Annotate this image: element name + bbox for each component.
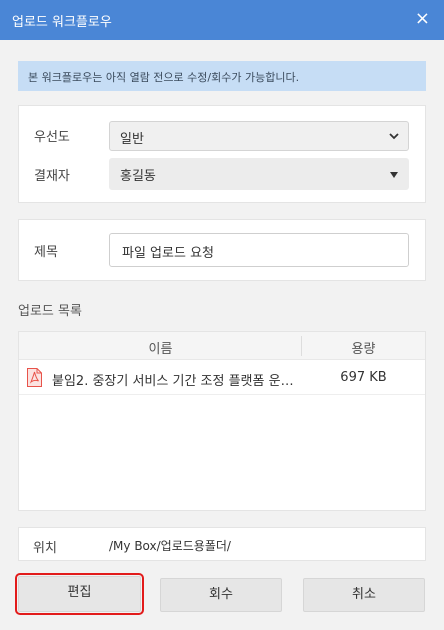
priority-label: 우선도 <box>34 130 70 145</box>
window-title: 업로드 워크플로우 <box>12 15 112 30</box>
approver-select[interactable]: 홍길동 <box>109 158 409 190</box>
priority-value: 일반 <box>120 132 144 147</box>
upload-file-table: 이름 용량 붙임2. 중장기 서비스 기간 조정 플랫폼 운영계획.pdf 69… <box>18 331 426 511</box>
cancel-button[interactable]: 취소 <box>303 578 425 612</box>
file-name: 붙임2. 중장기 서비스 기간 조정 플랫폼 운영계획.pdf <box>52 374 297 389</box>
info-banner: 본 워크플로우는 아직 열람 전으로 수정/회수가 가능합니다. <box>18 61 426 91</box>
column-header-size[interactable]: 용량 <box>302 338 425 357</box>
column-header-name[interactable]: 이름 <box>19 338 302 357</box>
titlebar: 업로드 워크플로우 × <box>0 0 444 40</box>
upload-list-title: 업로드 목록 <box>18 304 82 319</box>
location-path: /My Box/업로드용폴더/ <box>109 539 231 553</box>
file-size: 697 KB <box>340 370 387 385</box>
pdf-file-icon <box>27 368 42 387</box>
priority-select[interactable]: 일반 <box>109 121 409 151</box>
location-panel: 위치 /My Box/업로드용폴더/ <box>18 527 426 561</box>
table-header: 이름 용량 <box>19 332 425 360</box>
edit-button[interactable]: 편집 <box>15 573 144 615</box>
table-row[interactable]: 붙임2. 중장기 서비스 기간 조정 플랫폼 운영계획.pdf 697 KB <box>19 361 425 395</box>
approver-label: 결재자 <box>34 169 70 184</box>
priority-approver-panel: 우선도 일반 결재자 홍길동 <box>18 105 426 203</box>
chevron-down-icon <box>388 126 400 149</box>
recall-button[interactable]: 회수 <box>160 578 282 612</box>
subject-panel: 제목 파일 업로드 요청 <box>18 219 426 281</box>
subject-label: 제목 <box>34 245 58 260</box>
subject-input[interactable]: 파일 업로드 요청 <box>109 233 409 267</box>
approver-value: 홍길동 <box>120 169 156 184</box>
close-icon[interactable]: × <box>415 9 430 29</box>
location-label: 위치 <box>33 541 57 556</box>
caret-down-icon <box>388 165 400 188</box>
